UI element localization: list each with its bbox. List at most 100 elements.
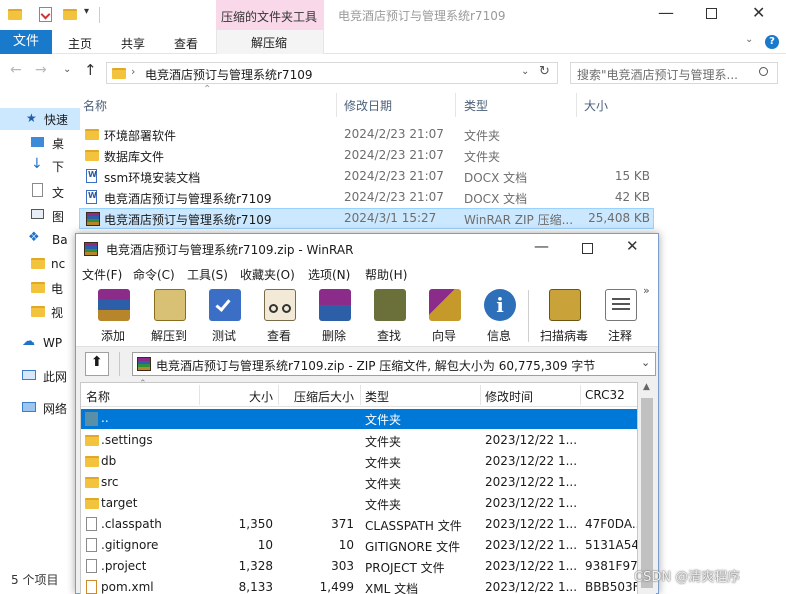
divider xyxy=(119,352,120,376)
wizard-button[interactable]: 向导 xyxy=(416,287,472,345)
scroll-up-icon[interactable]: ▲ xyxy=(643,382,650,392)
archive-path-field[interactable]: 电竞酒店预订与管理系统r7109.zip - ZIP 压缩文件, 解包大小为 6… xyxy=(132,352,656,376)
virus-scan-button[interactable]: 扫描病毒 xyxy=(536,287,592,345)
back-arrow-icon[interactable]: ← xyxy=(10,62,22,78)
tab-home[interactable]: 主页 xyxy=(68,35,92,52)
menu-options[interactable]: 选项(N) xyxy=(308,266,350,283)
nav-item-wps[interactable]: WP xyxy=(43,336,62,350)
nav-item-video[interactable]: 视 xyxy=(51,304,63,321)
recent-locations-icon[interactable]: ⌄ xyxy=(63,64,71,75)
address-dropdown-icon[interactable]: ⌄ xyxy=(521,66,529,77)
menu-tools[interactable]: 工具(S) xyxy=(187,266,228,283)
column-type[interactable]: 类型 xyxy=(464,97,488,114)
table-row[interactable]: db 文件夹 2023/12/22 1... xyxy=(81,451,637,472)
list-item[interactable]: 数据库文件 2024/2/23 21:07 文件夹 xyxy=(79,145,654,166)
table-row[interactable]: .gitignore 10 10 GITIGNORE 文件 2023/12/22… xyxy=(81,535,637,556)
test-button[interactable]: 测试 xyxy=(196,287,252,345)
tab-share[interactable]: 共享 xyxy=(121,35,145,52)
word-doc-icon xyxy=(86,169,97,183)
divider xyxy=(580,385,581,405)
refresh-icon[interactable]: ↻ xyxy=(539,64,550,79)
menu-commands[interactable]: 命令(C) xyxy=(133,266,175,283)
search-box[interactable]: 搜索"电竞酒店预订与管理系... xyxy=(570,62,778,84)
table-row[interactable]: src 文件夹 2023/12/22 1... xyxy=(81,472,637,493)
delete-button[interactable]: 删除 xyxy=(306,287,362,345)
nav-item-quick[interactable]: 快速 xyxy=(44,111,68,128)
list-item-selected[interactable]: 电竞酒店预订与管理系统r7109 2024/3/1 15:27 WinRAR Z… xyxy=(79,208,654,229)
search-input[interactable]: 搜索"电竞酒店预订与管理系... xyxy=(577,66,753,83)
column-name[interactable]: 名称 xyxy=(86,388,110,405)
nav-item-ba[interactable]: Ba xyxy=(52,233,68,247)
list-item[interactable]: ssm环境安装文档 2024/2/23 21:07 DOCX 文档 15 KB xyxy=(79,166,654,187)
table-row[interactable]: .project 1,328 303 PROJECT 文件 2023/12/22… xyxy=(81,556,637,577)
list-item[interactable]: 环境部署软件 2024/2/23 21:07 文件夹 xyxy=(79,124,654,145)
comment-button[interactable]: 注释 xyxy=(592,287,648,345)
info-button[interactable]: i 信息 xyxy=(471,287,527,345)
breadcrumb-chevron-icon: › xyxy=(131,65,136,78)
nav-item-desktop[interactable]: 桌 xyxy=(52,135,64,152)
column-type[interactable]: 类型 xyxy=(365,388,389,405)
column-name[interactable]: 名称 xyxy=(83,97,107,114)
up-folder-button[interactable]: ⬆ xyxy=(85,352,109,376)
up-arrow-icon[interactable]: ↑ xyxy=(84,61,97,79)
table-row[interactable]: .settings 文件夹 2023/12/22 1... xyxy=(81,430,637,451)
column-size[interactable]: 大小 xyxy=(201,388,273,405)
nav-item-pictures[interactable]: 图 xyxy=(52,208,64,225)
table-row-selected[interactable]: .. 文件夹 xyxy=(81,409,637,429)
nav-item-network[interactable]: 网络 xyxy=(43,400,67,417)
scrollbar[interactable]: ▲ xyxy=(638,382,656,594)
table-row[interactable]: .classpath 1,350 371 CLASSPATH 文件 2023/1… xyxy=(81,514,637,535)
file-date: 2024/2/23 21:07 xyxy=(344,127,444,141)
address-bar[interactable]: › 电竞酒店预订与管理系统r7109 ⌄ ↻ xyxy=(106,62,558,84)
table-row[interactable]: target 文件夹 2023/12/22 1... xyxy=(81,493,637,514)
maximize-button[interactable] xyxy=(706,8,717,19)
column-size[interactable]: 大小 xyxy=(584,97,608,114)
list-item[interactable]: 电竞酒店预订与管理系统r7109 2024/2/23 21:07 DOCX 文档… xyxy=(79,187,654,208)
folder-icon xyxy=(85,435,99,446)
file-date: 2024/2/23 21:07 xyxy=(344,169,444,183)
tab-view[interactable]: 查看 xyxy=(174,35,198,52)
scrollbar-thumb[interactable] xyxy=(641,398,653,588)
nav-item-dian[interactable]: 电 xyxy=(51,280,63,297)
minimize-button[interactable]: — xyxy=(534,237,549,255)
properties-icon[interactable] xyxy=(39,7,52,22)
maximize-button[interactable] xyxy=(582,243,593,254)
find-button[interactable]: 查找 xyxy=(361,287,417,345)
column-date[interactable]: 修改日期 xyxy=(344,97,392,114)
new-folder-icon[interactable] xyxy=(63,9,77,20)
path-dropdown-icon[interactable]: ⌄ xyxy=(641,356,650,369)
nav-item-nc[interactable]: nc xyxy=(51,257,65,271)
column-crc32[interactable]: CRC32 xyxy=(585,388,625,402)
table-row[interactable]: pom.xml 8,133 1,499 XML 文档 2023/12/22 1.… xyxy=(81,577,637,594)
minimize-button[interactable]: — xyxy=(658,3,674,22)
menu-file[interactable]: 文件(F) xyxy=(82,266,122,283)
tab-extract[interactable]: 解压缩 xyxy=(216,30,324,54)
extract-to-button[interactable]: 解压到 xyxy=(141,287,197,345)
close-button[interactable]: ✕ xyxy=(626,237,639,255)
column-modified[interactable]: 修改时间 xyxy=(485,388,533,405)
winrar-title: 电竞酒店预订与管理系统r7109.zip - WinRAR xyxy=(106,243,354,257)
nav-item-documents[interactable]: 文 xyxy=(52,184,64,201)
column-packed[interactable]: 压缩后大小 xyxy=(280,388,354,405)
nav-item-this-pc[interactable]: 此网 xyxy=(43,368,67,385)
close-button[interactable]: ✕ xyxy=(752,3,765,22)
forward-arrow-icon[interactable]: → xyxy=(35,62,47,78)
menu-help[interactable]: 帮助(H) xyxy=(365,266,407,283)
view-label: 查看 xyxy=(266,329,291,343)
tab-file[interactable]: 文件 xyxy=(0,30,52,54)
folder-icon xyxy=(31,258,45,269)
expand-ribbon-icon[interactable]: ⌄ xyxy=(745,34,753,45)
search-icon[interactable] xyxy=(759,67,768,76)
nav-item-downloads[interactable]: 下 xyxy=(52,158,64,175)
toolbar-overflow-icon[interactable]: » xyxy=(643,284,650,297)
view-button[interactable]: 查看 xyxy=(251,287,307,345)
comment-icon xyxy=(605,289,637,321)
help-icon[interactable]: ? xyxy=(765,35,779,49)
row-size: 10 xyxy=(257,538,273,552)
menu-favorites[interactable]: 收藏夹(O) xyxy=(240,266,295,283)
customize-quick-access-icon[interactable]: ▾ xyxy=(84,6,89,17)
divider xyxy=(336,93,337,117)
folder-icon xyxy=(112,68,126,79)
row-modified: 2023/12/22 1... xyxy=(485,559,578,573)
add-button[interactable]: 添加 xyxy=(85,287,141,345)
